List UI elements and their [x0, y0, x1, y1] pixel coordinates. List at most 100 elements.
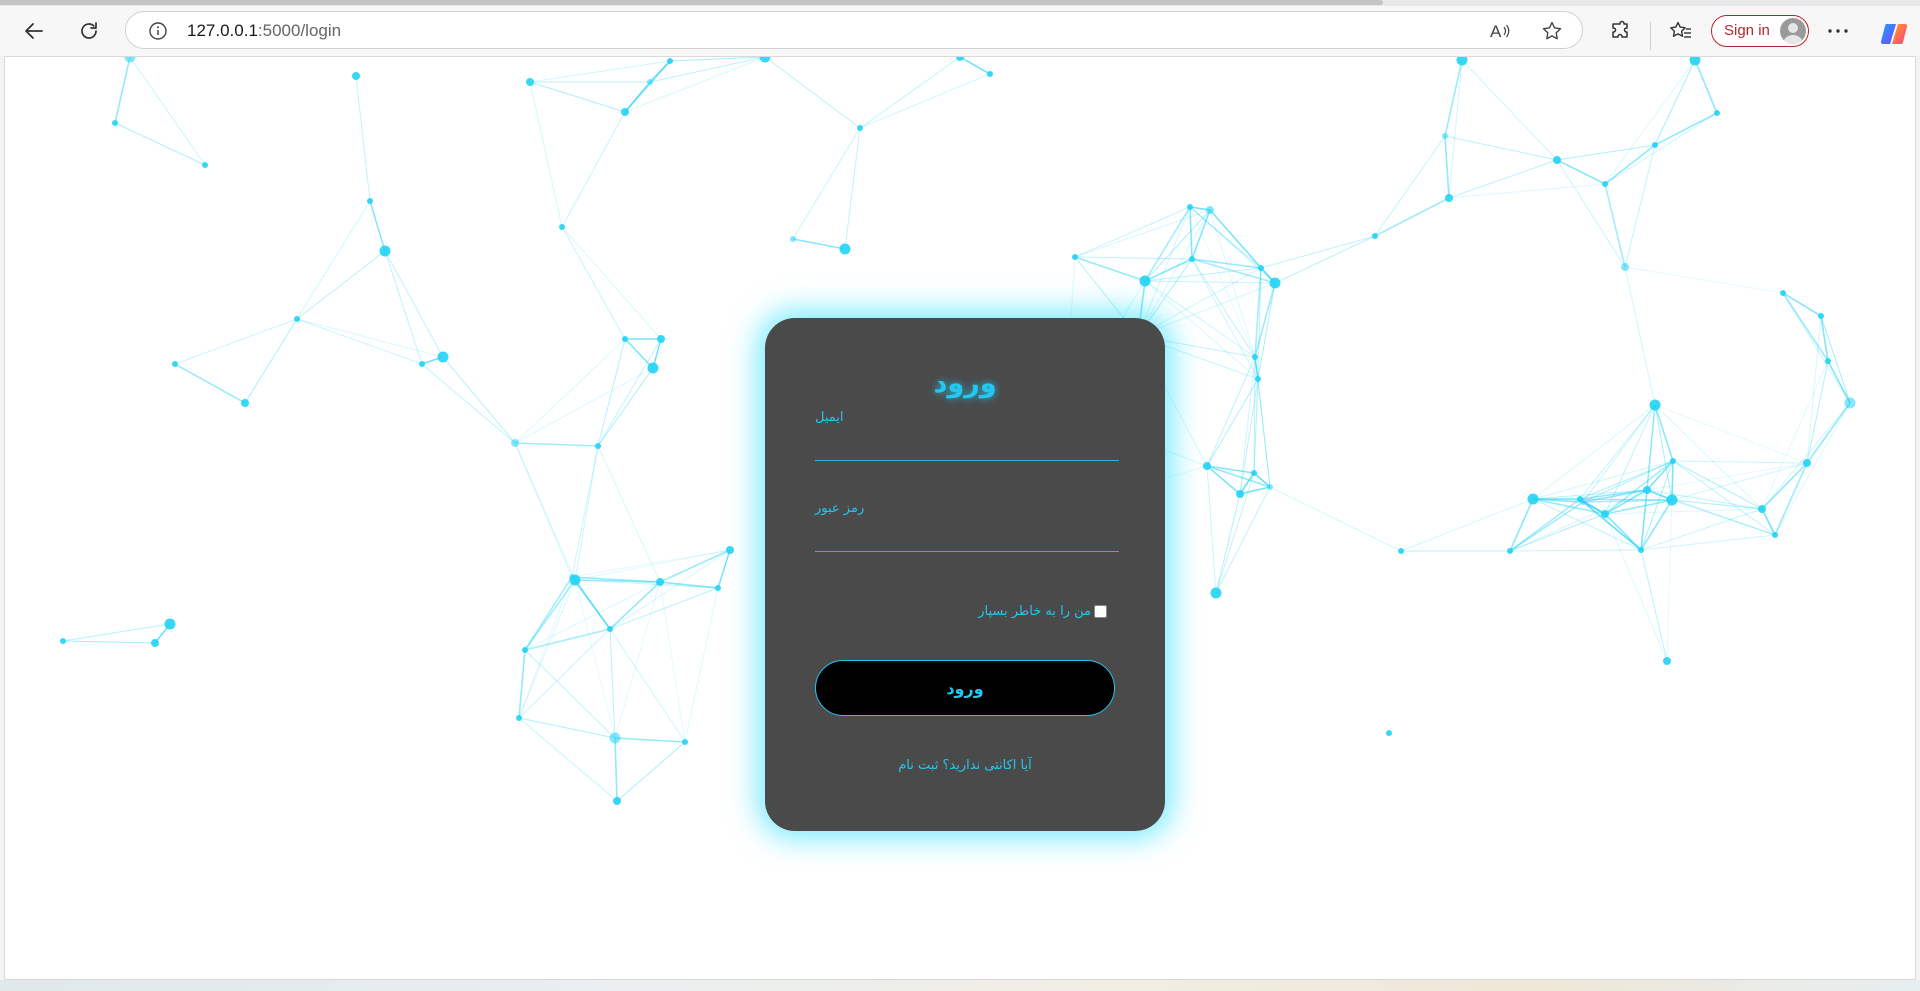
network-link: [571, 445, 599, 578]
url-text[interactable]: 127.0.0.1:5000/login: [187, 21, 341, 41]
network-node: [241, 399, 249, 407]
network-link: [518, 628, 611, 719]
network-node: [1210, 587, 1222, 599]
network-node: [1825, 358, 1831, 364]
network-node: [511, 439, 519, 447]
network-link: [624, 338, 654, 369]
network-node: [1386, 730, 1392, 736]
address-bar[interactable]: 127.0.0.1:5000/login A: [125, 11, 1583, 49]
network-link: [1532, 404, 1656, 500]
network-link: [1672, 460, 1808, 464]
network-link: [1191, 258, 1259, 380]
remember-me-row: من را به خاطر بسپار: [815, 603, 1115, 621]
network-node: [1580, 499, 1586, 505]
network-link: [518, 649, 526, 719]
network-node: [857, 125, 863, 131]
refresh-icon[interactable]: [69, 11, 109, 51]
network-link: [244, 318, 298, 404]
network-link: [1761, 360, 1829, 510]
network-link: [1694, 59, 1718, 114]
register-link[interactable]: ثبت نام: [898, 758, 938, 773]
network-link: [296, 200, 371, 320]
network-link: [1215, 472, 1255, 594]
network-node: [1527, 493, 1539, 505]
network-link: [114, 57, 131, 124]
login-card: ورود ایمیل رمز عبور من را به خاطر بسپار …: [765, 318, 1165, 831]
network-link: [174, 363, 246, 404]
network-node: [1643, 486, 1651, 494]
network-node: [352, 72, 360, 80]
page-viewport: ورود ایمیل رمز عبور من را به خاطر بسپار …: [4, 56, 1916, 980]
network-link: [1269, 486, 1402, 552]
network-link: [1654, 112, 1718, 146]
network-node: [1818, 313, 1824, 319]
network-link: [614, 581, 661, 739]
network-link: [1144, 209, 1211, 282]
network-link: [1444, 135, 1450, 199]
network-node: [437, 351, 449, 363]
network-link: [129, 57, 206, 166]
network-node: [1780, 290, 1786, 296]
network-link: [1206, 378, 1259, 467]
network-node: [1663, 657, 1671, 665]
network-node: [1255, 376, 1261, 382]
email-field[interactable]: [815, 428, 1119, 461]
network-link: [1448, 159, 1558, 199]
more-icon[interactable]: [1818, 11, 1858, 51]
network-link: [764, 57, 861, 129]
network-link: [296, 318, 444, 358]
network-link: [1654, 404, 1808, 464]
register-prompt-text: آیا اکانتی ندارید؟: [942, 758, 1032, 773]
copilot-icon[interactable]: [1880, 20, 1908, 48]
network-node: [1601, 510, 1609, 518]
network-link: [614, 737, 686, 743]
network-link: [1782, 292, 1822, 317]
network-link: [1461, 59, 1558, 161]
remember-me-label[interactable]: من را به خاطر بسپار: [978, 604, 1091, 619]
back-icon[interactable]: [14, 11, 54, 51]
login-submit-button[interactable]: ورود: [815, 660, 1115, 716]
svg-text:A: A: [1490, 22, 1502, 41]
network-link: [296, 250, 386, 320]
sign-in-label: Sign in: [1724, 22, 1770, 39]
favorite-star-icon[interactable]: [1540, 19, 1564, 43]
login-title: ورود: [933, 368, 997, 399]
network-link: [514, 367, 654, 444]
favorites-icon[interactable]: [1661, 11, 1701, 51]
network-link: [1448, 183, 1606, 199]
tab-strip-bar: [0, 0, 1383, 5]
network-link: [597, 445, 661, 583]
network-node: [1398, 548, 1404, 554]
network-link: [1654, 59, 1696, 146]
read-aloud-icon[interactable]: A: [1488, 19, 1512, 43]
network-node: [1258, 265, 1264, 271]
network-link: [62, 640, 156, 644]
network-node: [1189, 256, 1195, 262]
network-link: [624, 60, 671, 113]
password-field[interactable]: [815, 519, 1119, 552]
network-node: [987, 71, 993, 77]
network-link: [1820, 315, 1851, 404]
network-node: [715, 585, 721, 591]
network-link: [524, 581, 661, 651]
network-link: [561, 111, 626, 228]
network-link: [518, 717, 618, 802]
browser-toolbar: 127.0.0.1:5000/login A Sign in: [0, 6, 1920, 56]
network-node: [667, 58, 673, 64]
network-link: [1827, 360, 1851, 404]
network-link: [624, 57, 766, 113]
extensions-icon[interactable]: [1600, 11, 1640, 51]
network-node: [1203, 462, 1211, 470]
network-link: [1761, 402, 1851, 510]
remember-me-checkbox[interactable]: [1094, 605, 1107, 618]
sign-in-button[interactable]: Sign in: [1711, 15, 1809, 47]
network-link: [609, 587, 719, 630]
url-path: :5000/login: [257, 21, 342, 40]
network-link: [574, 445, 599, 581]
info-icon[interactable]: [148, 21, 168, 41]
network-link: [959, 57, 991, 75]
network-link: [1579, 404, 1656, 500]
network-node: [1072, 254, 1078, 260]
network-link: [561, 226, 662, 340]
network-link: [792, 238, 846, 250]
